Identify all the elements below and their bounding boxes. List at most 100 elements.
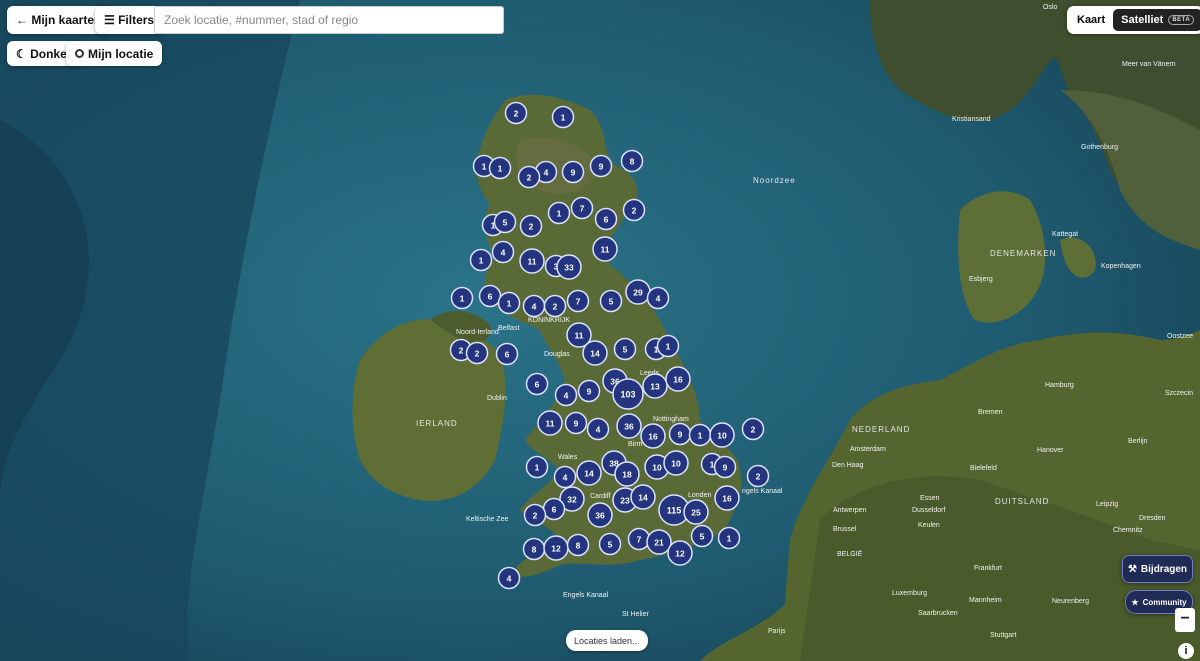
location-cluster-marker[interactable]: 8 [522, 537, 546, 561]
location-cluster-marker[interactable]: 11 [537, 410, 563, 436]
cluster-count: 4 [656, 294, 661, 304]
location-cluster-marker[interactable]: 9 [564, 411, 588, 435]
contribute-button[interactable]: ⚒ Bijdragen [1122, 555, 1193, 583]
location-cluster-marker[interactable]: 14 [576, 460, 602, 486]
info-button[interactable]: i [1178, 643, 1194, 659]
map-label: Keltische Zee [466, 516, 509, 523]
location-cluster-marker[interactable]: 6 [542, 497, 566, 521]
map-label: Meer van Vänern [1122, 61, 1176, 68]
location-cluster-marker[interactable]: 1 [688, 423, 712, 447]
location-cluster-marker[interactable]: 5 [493, 210, 517, 234]
my-location-button[interactable]: Mijn locatie [66, 41, 163, 66]
location-cluster-marker[interactable]: 7 [566, 289, 590, 313]
location-cluster-marker[interactable]: 1 [525, 455, 549, 479]
location-cluster-marker[interactable]: 18 [614, 461, 640, 487]
location-cluster-marker[interactable]: 12 [543, 535, 569, 561]
map-label: Amsterdam [850, 446, 886, 453]
location-cluster-marker[interactable]: 7 [570, 196, 594, 220]
location-cluster-marker[interactable]: 16 [640, 423, 666, 449]
location-cluster-marker[interactable]: 29 [625, 279, 651, 305]
map-label: Belfast [498, 325, 519, 332]
location-cluster-marker[interactable]: 2 [465, 341, 489, 365]
location-cluster-marker[interactable]: 9 [589, 154, 613, 178]
location-cluster-marker[interactable]: 2 [517, 165, 541, 189]
location-cluster-marker[interactable]: 1 [488, 156, 512, 180]
location-cluster-marker[interactable]: 9 [561, 160, 585, 184]
location-cluster-marker[interactable]: 103 [612, 378, 644, 410]
location-cluster-marker[interactable]: 10 [663, 450, 689, 476]
location-cluster-marker[interactable]: 2 [504, 101, 528, 125]
cluster-count: 1 [498, 164, 503, 174]
cluster-count: 9 [678, 430, 683, 440]
location-cluster-marker[interactable]: 6 [594, 207, 618, 231]
my-location-label: Mijn locatie [88, 46, 154, 61]
location-cluster-marker[interactable]: 2 [519, 214, 543, 238]
location-cluster-marker[interactable]: 5 [599, 289, 623, 313]
satellite-map[interactable]: Oslo Meer van Vänern Kristiansand Gothen… [0, 0, 1200, 661]
location-cluster-marker[interactable]: 11 [592, 236, 618, 262]
location-cluster-marker[interactable]: 1 [551, 105, 575, 129]
map-label: Douglas [544, 351, 570, 358]
location-cluster-marker[interactable]: 4 [586, 417, 610, 441]
cluster-count: 10 [671, 459, 681, 469]
location-cluster-marker[interactable]: 1 [656, 334, 680, 358]
location-cluster-marker[interactable]: 1 [469, 248, 493, 272]
location-cluster-marker[interactable]: 25 [683, 499, 709, 525]
location-cluster-marker[interactable]: 33 [556, 254, 582, 280]
location-cluster-marker[interactable]: 1 [450, 286, 474, 310]
cluster-count: 9 [571, 168, 576, 178]
location-cluster-marker[interactable]: 9 [713, 455, 737, 479]
community-label: Community [1142, 597, 1187, 607]
location-cluster-marker[interactable]: 14 [630, 484, 656, 510]
search-input[interactable] [154, 6, 504, 34]
filters-button[interactable]: ☰ Filters [95, 6, 164, 34]
location-cluster-marker[interactable]: 1 [717, 526, 741, 550]
location-cluster-marker[interactable]: 6 [525, 372, 549, 396]
location-cluster-marker[interactable]: 2 [543, 294, 567, 318]
cluster-count: 7 [637, 535, 642, 545]
tools-icon: ⚒ [1127, 563, 1137, 575]
location-cluster-marker[interactable]: 4 [553, 465, 577, 489]
cluster-count: 6 [488, 292, 493, 302]
location-cluster-marker[interactable]: 5 [613, 337, 637, 361]
location-cluster-marker[interactable]: 4 [554, 383, 578, 407]
cluster-count: 5 [608, 540, 613, 550]
location-cluster-marker[interactable]: 4 [491, 240, 515, 264]
location-cluster-marker[interactable]: 4 [646, 286, 670, 310]
zoom-out-button[interactable]: − [1175, 608, 1195, 632]
location-cluster-marker[interactable]: 7 [627, 527, 651, 551]
location-cluster-marker[interactable]: 4 [497, 566, 521, 590]
location-cluster-marker[interactable]: 1 [497, 291, 521, 315]
location-cluster-marker[interactable]: 2 [622, 198, 646, 222]
cluster-count: 103 [620, 390, 635, 400]
map-type-map-option[interactable]: Kaart [1069, 9, 1113, 31]
location-cluster-marker[interactable]: 8 [620, 149, 644, 173]
location-cluster-marker[interactable]: 10 [709, 422, 735, 448]
cluster-count: 10 [652, 463, 662, 473]
location-cluster-marker[interactable]: 11 [519, 248, 545, 274]
location-cluster-marker[interactable]: 16 [714, 485, 740, 511]
location-cluster-marker[interactable]: 5 [598, 532, 622, 556]
location-cluster-marker[interactable]: 2 [746, 464, 770, 488]
location-cluster-marker[interactable]: 13 [642, 373, 668, 399]
location-cluster-marker[interactable]: 14 [582, 340, 608, 366]
location-cluster-marker[interactable]: 4 [522, 294, 546, 318]
location-cluster-marker[interactable]: 16 [665, 366, 691, 392]
location-cluster-marker[interactable]: 5 [690, 524, 714, 548]
dark-mode-label: ☾ Donker [16, 46, 72, 61]
location-cluster-marker[interactable]: 36 [616, 413, 642, 439]
map-type-satellite-option[interactable]: Satelliet BETA [1113, 9, 1200, 31]
location-cluster-marker[interactable]: 9 [668, 422, 692, 446]
location-cluster-marker[interactable]: 2 [741, 417, 765, 441]
location-cluster-marker[interactable]: 2 [523, 503, 547, 527]
location-cluster-marker[interactable]: 12 [667, 540, 693, 566]
beta-badge: BETA [1168, 15, 1195, 25]
location-cluster-marker[interactable]: 9 [577, 379, 601, 403]
location-cluster-marker[interactable]: 1 [547, 201, 571, 225]
location-cluster-marker[interactable]: 6 [478, 284, 502, 308]
location-cluster-marker[interactable]: 36 [587, 502, 613, 528]
cluster-count: 1 [561, 113, 566, 123]
location-cluster-marker[interactable]: 8 [566, 533, 590, 557]
location-cluster-marker[interactable]: 21 [646, 529, 672, 555]
location-cluster-marker[interactable]: 6 [495, 342, 519, 366]
